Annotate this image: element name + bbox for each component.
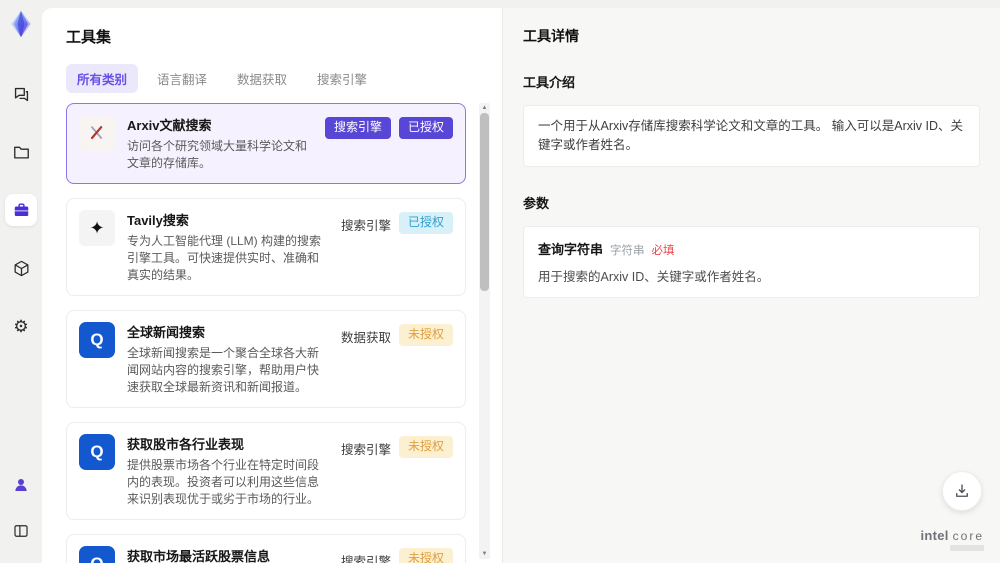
download-icon [956, 484, 968, 497]
detail-title: 工具详情 [523, 28, 579, 44]
rail-bottom [5, 469, 37, 563]
tool-name: 获取市场最活跃股票信息 [127, 549, 271, 563]
param-desc: 用于搜索的Arxiv ID、关键字或作者姓名。 [538, 269, 770, 284]
auth-status-badge: 已授权 [398, 212, 453, 234]
tool-desc: 提供股票市场各个行业在特定时间段内的表现。投资者可以利用这些信息来识别表现优于或… [127, 458, 320, 507]
params-heading: 参数 [523, 195, 550, 211]
tool-card-global-news[interactable]: Q 全球新闻搜索 全球新闻搜索是一个聚合全球各大新闻网站内容的搜索引擎，帮助用户… [66, 310, 466, 409]
auth-status-badge: 已授权 [398, 117, 453, 139]
auth-status-badge: 未授权 [398, 548, 453, 563]
tool-name: Arxiv文献搜索 [127, 118, 212, 133]
left-rail: ⚙ [0, 0, 42, 563]
q-app-icon: Q [79, 546, 115, 563]
category-label: 搜索引擎 [340, 443, 391, 458]
category-label: 搜索引擎 [340, 555, 391, 563]
tool-card-sector-performance[interactable]: Q 获取股市各行业表现 提供股票市场各个行业在特定时间段内的表现。投资者可以利用… [66, 422, 466, 521]
param-card: 查询字符串 字符串 必填 用于搜索的Arxiv ID、关键字或作者姓名。 [523, 225, 980, 298]
category-badge: 搜索引擎 [324, 117, 391, 139]
tavily-star-icon: ✦ [79, 210, 115, 247]
q-app-icon: Q [79, 322, 115, 359]
tool-detail-panel: 工具详情 工具介绍 一个用于从Arxiv存储库搜索科学论文和文章的工具。 输入可… [503, 8, 1000, 563]
chat-icon[interactable] [5, 78, 37, 110]
settings-gear-icon[interactable]: ⚙ [5, 310, 37, 342]
tool-desc: 专为人工智能代理 (LLM) 构建的搜索引擎工具。可快速提供实时、准确和真实的结… [127, 234, 322, 283]
category-label: 搜索引擎 [340, 219, 391, 234]
toolbox-icon[interactable] [5, 194, 37, 226]
category-tabs: 所有类别 语言翻译 数据获取 搜索引擎 [66, 64, 502, 93]
tool-intro-text: 一个用于从Arxiv存储库搜索科学论文和文章的工具。 输入可以是Arxiv ID… [523, 105, 980, 167]
scroll-up-arrow[interactable]: ▲ [479, 104, 490, 112]
brand-badge-bar [950, 545, 984, 551]
q-app-icon: Q [79, 434, 115, 471]
scrollbar-thumb[interactable] [480, 113, 489, 291]
brand-intel: intel [920, 528, 949, 543]
tool-card-tavily[interactable]: ✦ Tavily搜索 专为人工智能代理 (LLM) 构建的搜索引擎工具。可快速提… [66, 198, 466, 297]
panel-toggle-icon[interactable] [5, 515, 37, 547]
intel-core-logo: intel core [920, 528, 984, 551]
brand-core: core [952, 529, 984, 543]
auth-status-badge: 未授权 [398, 436, 453, 458]
tab-data-acquisition[interactable]: 数据获取 [226, 64, 298, 93]
param-type: 字符串 [610, 244, 645, 257]
auth-status-badge: 未授权 [398, 324, 453, 346]
tool-list: Arxiv文献搜索 访问各个研究领域大量科学论文和文章的存储库。 搜索引擎 已授… [66, 103, 502, 563]
tool-desc: 全球新闻搜索是一个聚合全球各大新闻网站内容的搜索引擎，帮助用户快速获取全球最新资… [127, 346, 320, 395]
category-label: 数据获取 [340, 331, 391, 346]
tab-all-categories[interactable]: 所有类别 [66, 64, 139, 93]
intro-heading: 工具介绍 [523, 75, 576, 90]
tab-language-translation[interactable]: 语言翻译 [146, 64, 218, 93]
tool-name: 获取股市各行业表现 [127, 437, 245, 453]
tab-search-engine[interactable]: 搜索引擎 [306, 64, 378, 93]
download-button[interactable] [942, 471, 982, 511]
app-logo-icon [7, 10, 35, 38]
page-title: 工具集 [66, 29, 112, 46]
tool-card-arxiv[interactable]: Arxiv文献搜索 访问各个研究领域大量科学论文和文章的存储库。 搜索引擎 已授… [66, 103, 466, 185]
tool-name: Tavily搜索 [127, 213, 189, 229]
tool-name: 全球新闻搜索 [127, 325, 206, 341]
tools-panel: 工具集 所有类别 语言翻译 数据获取 搜索引擎 Arxiv文献搜索 访问各个研究… [42, 8, 503, 563]
scroll-down-arrow[interactable]: ▼ [479, 550, 490, 558]
arxiv-logo-icon [79, 115, 115, 151]
rail-nav: ⚙ [5, 78, 37, 342]
param-name: 查询字符串 [538, 241, 604, 257]
tool-card-most-active-stocks[interactable]: Q 获取市场最活跃股票信息 提供当天交易量最高的股票列表，投资者可以利用这些信息… [66, 534, 466, 563]
param-required-badge: 必填 [651, 244, 675, 257]
account-avatar-icon[interactable] [5, 469, 37, 501]
tool-desc: 访问各个研究领域大量科学论文和文章的存储库。 [127, 139, 308, 171]
cube-icon[interactable] [5, 252, 37, 284]
list-scrollbar[interactable]: ▲ ▼ [479, 103, 490, 559]
folder-icon[interactable] [5, 136, 37, 168]
